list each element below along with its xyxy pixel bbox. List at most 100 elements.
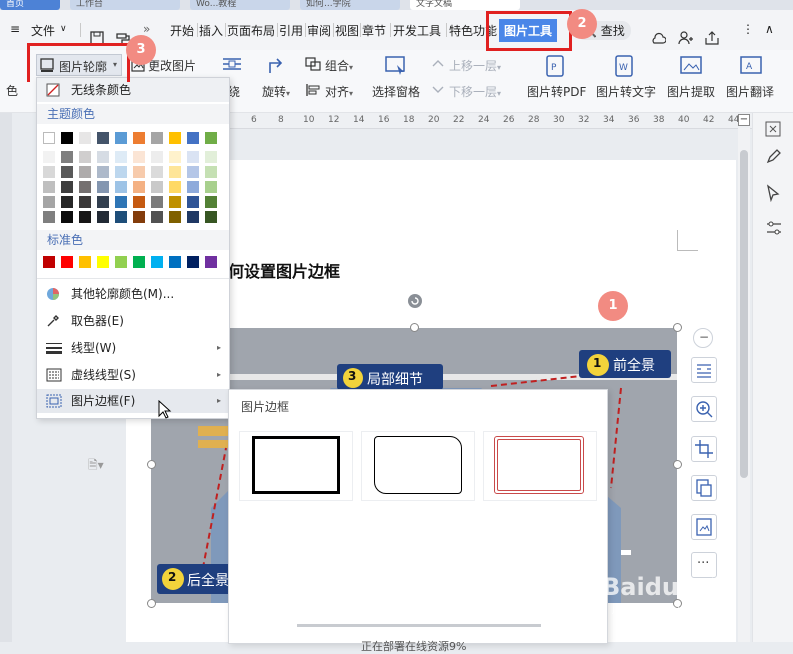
theme-color-swatch[interactable] [43,132,55,144]
theme-color-swatch[interactable] [205,211,217,223]
paragraph-icon[interactable]: 🗎▾ [88,456,104,477]
frame-option-thick-border[interactable] [239,431,353,501]
theme-color-swatch[interactable] [61,211,73,223]
eyedropper-item[interactable]: 取色器(E) [37,309,229,333]
align-button[interactable]: 对齐▾ [325,83,353,100]
tab-doc-2[interactable]: 如何...学院 [300,0,400,10]
theme-color-swatch[interactable] [61,196,73,208]
upload-icon[interactable] [704,30,720,45]
menu-view[interactable]: 视图 [335,22,359,39]
standard-color-swatch[interactable] [115,256,127,268]
tab-workbench[interactable]: 工作台 [70,0,180,10]
theme-color-swatch[interactable] [187,166,199,178]
menu-review[interactable]: 审阅 [307,22,331,39]
theme-color-swatch[interactable] [205,132,217,144]
standard-color-swatch[interactable] [169,256,181,268]
theme-color-swatch[interactable] [169,132,181,144]
collapse-panel-icon[interactable] [765,121,781,137]
theme-color-swatch[interactable] [97,132,109,144]
chevron-down-icon[interactable]: ∨ [60,24,67,34]
settings-sliders-icon[interactable] [765,220,783,236]
rotate-handle-icon[interactable] [407,293,423,309]
menu-page-layout[interactable]: 页面布局 [227,22,275,39]
theme-color-swatch[interactable] [97,151,109,163]
theme-color-swatch[interactable] [151,132,163,144]
theme-color-swatch[interactable] [169,166,181,178]
theme-color-swatch[interactable] [151,151,163,163]
dash-type-item[interactable]: 虚线线型(S) ▸ [37,363,229,387]
theme-color-swatch[interactable] [97,196,109,208]
standard-color-swatch[interactable] [187,256,199,268]
theme-color-swatch[interactable] [97,211,109,223]
theme-color-swatch[interactable] [151,196,163,208]
theme-color-swatch[interactable] [43,151,55,163]
theme-color-swatch[interactable] [205,151,217,163]
theme-color-swatch[interactable] [61,132,73,144]
standard-color-swatch[interactable] [151,256,163,268]
theme-color-swatch[interactable] [115,132,127,144]
wrap-text-icon[interactable] [221,56,243,74]
ribbon-left-cut-label[interactable]: 色 [6,82,18,99]
picture-frame-item[interactable]: 图片边框(F) ▸ [37,389,229,413]
theme-color-swatch[interactable] [79,196,91,208]
theme-color-swatch[interactable] [169,151,181,163]
send-backward-button[interactable]: 下移一层▾ [449,83,501,100]
theme-color-swatch[interactable] [187,132,199,144]
cursor-icon[interactable] [765,184,781,202]
theme-color-swatch[interactable] [115,211,127,223]
cloud-icon[interactable] [650,32,666,44]
theme-color-swatch[interactable] [169,211,181,223]
theme-color-swatch[interactable] [205,166,217,178]
theme-color-swatch[interactable] [61,151,73,163]
tab-home[interactable]: 首页 [0,0,60,10]
standard-color-swatch[interactable] [79,256,91,268]
more-vertical-icon[interactable]: ⋮ [742,22,754,36]
zoom-out-icon[interactable]: − [693,328,713,348]
standard-color-swatch[interactable] [97,256,109,268]
menu-start[interactable]: 开始 [170,22,194,39]
menu-references[interactable]: 引用 [279,22,303,39]
theme-color-swatch[interactable] [151,166,163,178]
theme-color-swatch[interactable] [79,132,91,144]
standard-color-swatch[interactable] [133,256,145,268]
theme-color-swatch[interactable] [169,196,181,208]
theme-color-swatch[interactable] [133,132,145,144]
theme-color-swatch[interactable] [187,181,199,193]
picture-to-text-button[interactable]: 图片转文字 [596,83,656,100]
picture-extract-button[interactable]: 图片提取 [667,83,715,100]
theme-color-swatch[interactable] [43,166,55,178]
wrap-layout-icon[interactable] [691,357,717,383]
theme-color-swatch[interactable] [187,196,199,208]
theme-color-swatch[interactable] [133,181,145,193]
frame-option-rounded-border[interactable] [361,431,475,501]
ruler-toggle-icon[interactable]: − [738,114,750,126]
theme-color-swatch[interactable] [187,151,199,163]
theme-color-swatch[interactable] [115,151,127,163]
standard-color-swatch[interactable] [205,256,217,268]
share-user-icon[interactable] [677,30,693,45]
theme-color-swatch[interactable] [133,166,145,178]
selection-pane-button[interactable]: 选择窗格 [372,83,420,100]
theme-color-swatch[interactable] [187,211,199,223]
picture-to-doc-icon[interactable] [691,475,717,501]
rotate-button[interactable]: 旋转▾ [262,83,290,100]
theme-color-swatch[interactable] [79,211,91,223]
crop-icon[interactable] [691,436,717,462]
frame-option-double-red-border[interactable] [483,431,597,501]
picture-translate-button[interactable]: 图片翻译 [726,83,774,100]
pen-icon[interactable] [765,149,781,165]
scrollbar-thumb[interactable] [740,150,748,478]
menu-developer[interactable]: 开发工具 [393,22,441,39]
group-button[interactable]: 组合▾ [325,57,353,74]
menu-insert[interactable]: 插入 [199,22,223,39]
menu-file[interactable]: 文件 [31,22,55,39]
standard-color-swatch[interactable] [61,256,73,268]
theme-color-swatch[interactable] [151,181,163,193]
theme-color-swatch[interactable] [43,181,55,193]
more-icon[interactable]: » [143,22,150,36]
theme-color-swatch[interactable] [97,181,109,193]
line-type-item[interactable]: 线型(W) ▸ [37,336,229,360]
theme-color-swatch[interactable] [169,181,181,193]
theme-color-swatch[interactable] [151,211,163,223]
vertical-scrollbar[interactable] [738,128,750,642]
